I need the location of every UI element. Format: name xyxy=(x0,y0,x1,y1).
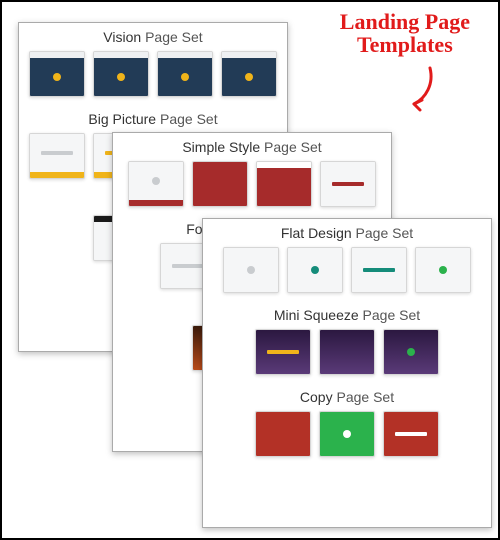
template-thumb[interactable] xyxy=(383,329,439,375)
template-thumb[interactable] xyxy=(320,161,376,207)
set-title-vision: Vision Page Set xyxy=(19,23,287,49)
set-title-flat: Flat Design Page Set xyxy=(203,219,491,245)
template-thumb[interactable] xyxy=(93,51,149,97)
set-title-copy: Copy Page Set xyxy=(203,383,491,409)
template-thumb[interactable] xyxy=(221,51,277,97)
template-thumb[interactable] xyxy=(319,329,375,375)
template-thumb[interactable] xyxy=(157,51,213,97)
thumb-row xyxy=(203,245,491,301)
arrow-icon xyxy=(400,64,440,114)
headline: Landing Page Templates xyxy=(340,10,470,56)
template-thumb[interactable] xyxy=(287,247,343,293)
thumb-row xyxy=(113,159,391,215)
template-thumb[interactable] xyxy=(192,161,248,207)
template-thumb[interactable] xyxy=(128,161,184,207)
set-title-simple: Simple Style Page Set xyxy=(113,133,391,159)
thumb-row xyxy=(19,49,287,105)
template-thumb[interactable] xyxy=(351,247,407,293)
template-thumb[interactable] xyxy=(383,411,439,457)
template-thumb[interactable] xyxy=(29,51,85,97)
headline-line2: Templates xyxy=(340,33,470,56)
headline-line1: Landing Page xyxy=(340,10,470,33)
set-title-mini: Mini Squeeze Page Set xyxy=(203,301,491,327)
thumb-row xyxy=(203,409,491,465)
template-thumb[interactable] xyxy=(223,247,279,293)
set-title-bigpicture: Big Picture Page Set xyxy=(19,105,287,131)
template-thumb[interactable] xyxy=(415,247,471,293)
template-thumb[interactable] xyxy=(29,133,85,179)
thumb-row xyxy=(203,327,491,383)
template-thumb[interactable] xyxy=(255,329,311,375)
template-thumb[interactable] xyxy=(256,161,312,207)
template-thumb[interactable] xyxy=(319,411,375,457)
template-thumb[interactable] xyxy=(255,411,311,457)
template-panel-front: Flat Design Page Set Mini Squeeze Page S… xyxy=(202,218,492,528)
